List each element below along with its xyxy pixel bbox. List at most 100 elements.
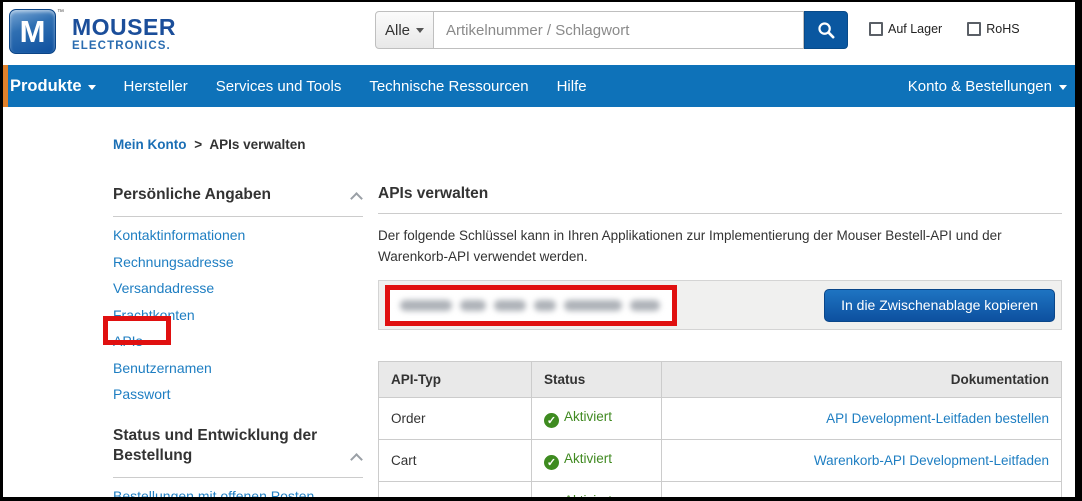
redacted-blob xyxy=(494,300,526,311)
rohs-label: RoHS xyxy=(986,22,1019,36)
screenshot-frame: M ™ MOUSER ELECTRONICS. Alle xyxy=(0,0,1082,501)
list-item: Versandadresse xyxy=(113,280,363,298)
sidebar-link-list: Kontaktinformationen Rechnungsadresse Ve… xyxy=(113,227,363,404)
nav-item-technische-label: Technische Ressourcen xyxy=(369,78,528,95)
breadcrumb-current: APIs verwalten xyxy=(209,137,305,152)
nav-item-produkte-label: Produkte xyxy=(10,77,82,96)
sidebar-section-personal-heading[interactable]: Persönliche Angaben xyxy=(113,185,363,205)
doc-link-cell: Warenkorb-API Development-Leitfaden xyxy=(662,439,1062,481)
breadcrumb-mein-konto-link[interactable]: Mein Konto xyxy=(113,137,187,152)
sidebar-section-orderstatus-title: Status und Entwicklung der Bestellung xyxy=(113,427,317,464)
mouser-monogram-icon: M xyxy=(9,9,56,54)
check-circle-icon: ✓ xyxy=(544,455,559,470)
mouser-logo[interactable]: M ™ MOUSER ELECTRONICS. xyxy=(9,9,176,54)
sidebar-section-orderstatus-heading[interactable]: Status und Entwicklung der Bestellung xyxy=(113,426,363,466)
breadcrumb-separator: > xyxy=(194,137,202,152)
table-row: Cart ✓ Aktiviert Warenkorb-API Developmen… xyxy=(379,439,1062,481)
api-key-panel: In die Zwischenablage kopieren xyxy=(378,280,1062,330)
sidebar-item-offene-posten[interactable]: Bestellungen mit offenen Posten xyxy=(113,488,314,497)
site-header: M ™ MOUSER ELECTRONICS. Alle xyxy=(3,2,1075,65)
account-sidebar: Persönliche Angaben Kontaktinformationen… xyxy=(113,185,363,497)
nav-account-label: Konto & Bestellungen xyxy=(908,78,1052,95)
nav-item-produkte[interactable]: Produkte xyxy=(10,77,96,96)
breadcrumb: Mein Konto > APIs verwalten xyxy=(113,137,305,152)
copy-to-clipboard-button[interactable]: In die Zwischenablage kopieren xyxy=(824,289,1055,322)
logo-name: MOUSER xyxy=(72,16,176,39)
search-input[interactable] xyxy=(434,11,804,49)
sidebar-divider xyxy=(113,477,363,478)
list-item: Benutzernamen xyxy=(113,360,363,378)
api-key-field-redacted[interactable] xyxy=(385,285,677,326)
filter-auf-lager: Auf Lager xyxy=(869,22,942,36)
list-item: Frachtkonten xyxy=(113,307,363,325)
table-row: Order ✓Aktiviert API Development-Leitfad… xyxy=(379,397,1062,439)
sidebar-link-list: Bestellungen mit offenen Posten xyxy=(113,488,363,497)
chevron-up-icon xyxy=(350,192,363,205)
doc-link-cart[interactable]: Warenkorb-API Development-Leitfaden xyxy=(814,453,1049,468)
magnifier-icon xyxy=(817,21,836,40)
trademark-symbol: ™ xyxy=(57,9,64,16)
sidebar-item-apis[interactable]: APIs xyxy=(113,333,143,349)
nav-item-services-label: Services und Tools xyxy=(216,78,342,95)
auf-lager-checkbox[interactable] xyxy=(869,22,883,36)
column-header-dokumentation: Dokumentation xyxy=(662,361,1062,397)
api-type-cell: Order xyxy=(379,397,532,439)
status-cell: ✓Aktiviert xyxy=(532,481,662,497)
nav-item-hersteller-label: Hersteller xyxy=(124,78,188,95)
status-text: Aktiviert xyxy=(564,451,612,466)
sidebar-item-benutzernamen[interactable]: Benutzernamen xyxy=(113,360,212,376)
api-type-cell: Cart xyxy=(379,439,532,481)
page-content: Mein Konto > APIs verwalten Persönliche … xyxy=(3,107,1075,497)
chevron-up-icon xyxy=(350,454,363,467)
search-filters: Auf Lager RoHS xyxy=(869,22,1020,36)
api-type-cell: Order History xyxy=(379,481,532,497)
title-divider xyxy=(378,213,1062,214)
nav-account-menu[interactable]: Konto & Bestellungen xyxy=(908,78,1067,95)
redacted-blob xyxy=(564,300,622,311)
chevron-down-icon xyxy=(88,85,96,90)
logo-subtitle: ELECTRONICS. xyxy=(72,41,176,53)
list-item: Passwort xyxy=(113,386,363,404)
nav-item-hilfe-label: Hilfe xyxy=(557,78,587,95)
doc-link-order[interactable]: API Development-Leitfaden bestellen xyxy=(826,411,1049,426)
column-header-status: Status xyxy=(532,361,662,397)
table-header-row: API-Typ Status Dokumentation xyxy=(379,361,1062,397)
sidebar-item-kontaktinformationen[interactable]: Kontaktinformationen xyxy=(113,227,245,243)
search-button[interactable] xyxy=(804,11,848,49)
sidebar-item-versandadresse[interactable]: Versandadresse xyxy=(113,280,214,296)
redacted-blob xyxy=(460,300,486,311)
nav-item-hilfe[interactable]: Hilfe xyxy=(557,78,587,95)
redacted-blob xyxy=(630,300,660,311)
status-cell: ✓ Aktiviert xyxy=(532,439,662,481)
status-text: Aktiviert xyxy=(564,493,612,497)
chevron-down-icon xyxy=(1059,85,1067,90)
list-item: APIs xyxy=(113,333,363,351)
redacted-blob xyxy=(534,300,556,311)
nav-item-technische-ressourcen[interactable]: Technische Ressourcen xyxy=(369,78,528,95)
sidebar-item-frachtkonten[interactable]: Frachtkonten xyxy=(113,307,195,323)
search-category-label: Alle xyxy=(385,22,410,39)
list-item: Kontaktinformationen xyxy=(113,227,363,245)
api-key-description: Der folgende Schlüssel kann in Ihren App… xyxy=(378,226,1040,268)
apis-verwalten-panel: APIs verwalten Der folgende Schlüssel ka… xyxy=(378,185,1062,497)
sidebar-section-personal-title: Persönliche Angaben xyxy=(113,186,271,203)
filter-rohs: RoHS xyxy=(967,22,1019,36)
auf-lager-label: Auf Lager xyxy=(888,22,942,36)
page-title: APIs verwalten xyxy=(378,185,1062,203)
api-types-table: API-Typ Status Dokumentation Order ✓Akti… xyxy=(378,361,1062,497)
redacted-blob xyxy=(400,300,452,311)
sidebar-divider xyxy=(113,216,363,217)
table-row: Order History ✓Aktiviert Bestellverlauf-… xyxy=(379,481,1062,497)
sidebar-item-rechnungsadresse[interactable]: Rechnungsadresse xyxy=(113,254,234,270)
nav-item-hersteller[interactable]: Hersteller xyxy=(124,78,188,95)
nav-item-services-und-tools[interactable]: Services und Tools xyxy=(216,78,342,95)
doc-link-order-history[interactable]: Bestellverlauf-API Development-Leitfaden xyxy=(798,495,1049,497)
list-item: Rechnungsadresse xyxy=(113,254,363,272)
rohs-checkbox[interactable] xyxy=(967,22,981,36)
status-cell: ✓Aktiviert xyxy=(532,397,662,439)
status-text: Aktiviert xyxy=(564,409,612,424)
list-item: Bestellungen mit offenen Posten xyxy=(113,488,363,497)
sidebar-item-passwort[interactable]: Passwort xyxy=(113,386,171,402)
search-category-dropdown[interactable]: Alle xyxy=(375,11,434,49)
chevron-down-icon xyxy=(416,28,424,33)
